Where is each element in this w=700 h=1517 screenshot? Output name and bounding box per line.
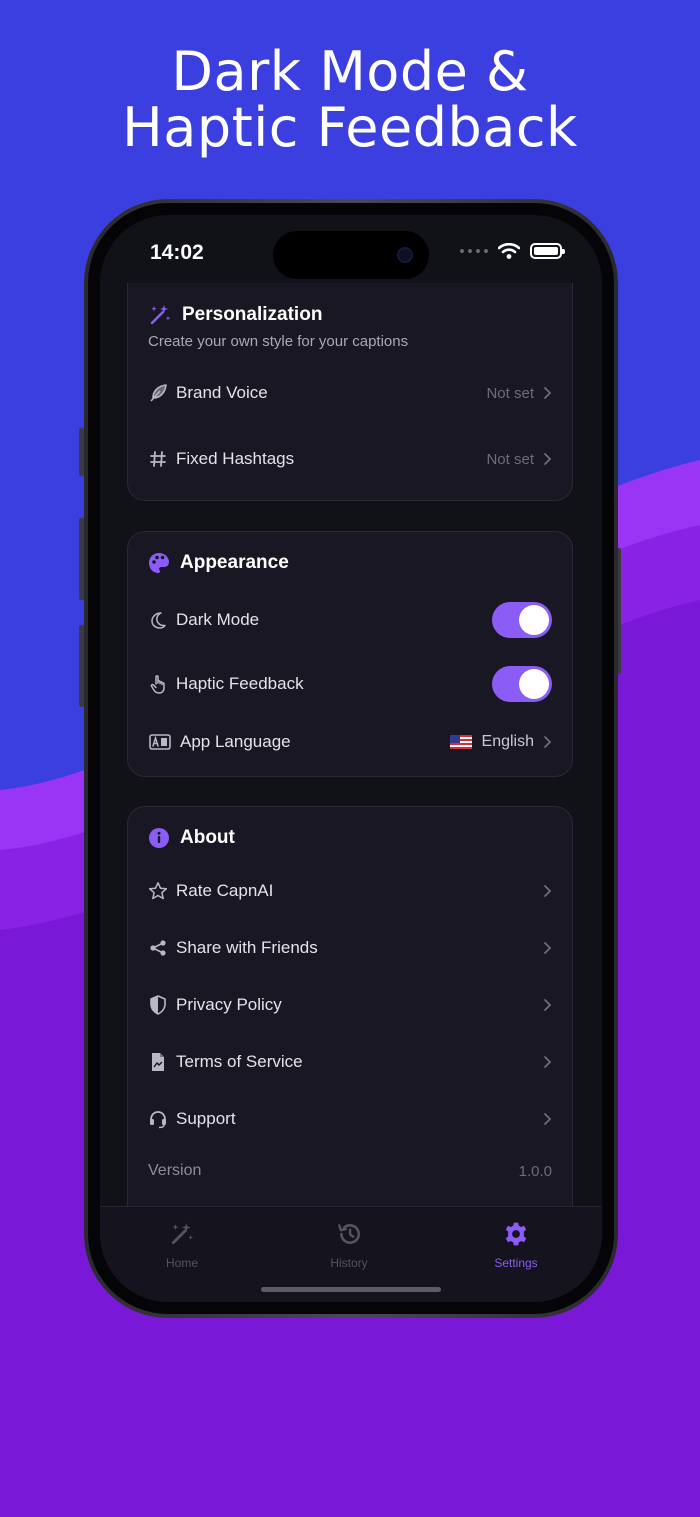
magic-wand-icon bbox=[150, 305, 171, 325]
app-language-value: English bbox=[481, 733, 534, 750]
version-label: Version bbox=[148, 1162, 202, 1179]
app-language-row[interactable]: App Language English bbox=[148, 724, 552, 760]
privacy-policy-row[interactable]: Privacy Policy bbox=[148, 987, 552, 1023]
share-icon bbox=[148, 938, 168, 958]
status-time: 14:02 bbox=[150, 241, 204, 264]
headset-icon bbox=[148, 1109, 168, 1129]
status-bar: 14:02 bbox=[100, 215, 602, 285]
brand-voice-row[interactable]: Brand Voice Not set bbox=[148, 375, 552, 411]
tab-settings-label: Settings bbox=[494, 1256, 538, 1270]
terms-of-service-label: Terms of Service bbox=[176, 1052, 303, 1071]
share-with-friends-row[interactable]: Share with Friends bbox=[148, 930, 552, 966]
personalization-subtitle: Create your own style for your captions bbox=[148, 333, 409, 350]
feather-icon bbox=[148, 383, 168, 403]
dark-mode-row: Dark Mode bbox=[148, 602, 552, 638]
phone-frame: 14:02 Personalization Create your own st… bbox=[84, 199, 618, 1318]
rate-capnai-label: Rate CapnAI bbox=[176, 881, 274, 900]
tab-bar: Home History Settings bbox=[100, 1206, 602, 1302]
hand-tap-icon bbox=[148, 674, 168, 694]
history-icon bbox=[338, 1224, 360, 1244]
headline-line-2: Haptic Feedback bbox=[122, 96, 578, 159]
tab-settings[interactable]: Settings bbox=[456, 1221, 576, 1270]
chevron-right-icon bbox=[544, 885, 552, 897]
cellular-signal-icon bbox=[460, 249, 488, 253]
brand-voice-label: Brand Voice bbox=[176, 383, 268, 402]
tab-home[interactable]: Home bbox=[122, 1221, 242, 1270]
info-icon bbox=[149, 828, 169, 848]
phone-screen: 14:02 Personalization Create your own st… bbox=[100, 215, 602, 1302]
dynamic-island bbox=[273, 231, 429, 279]
star-icon bbox=[148, 881, 168, 901]
chevron-right-icon bbox=[544, 1113, 552, 1125]
support-row[interactable]: Support bbox=[148, 1101, 552, 1137]
dark-mode-toggle[interactable] bbox=[492, 602, 552, 638]
version-value: 1.0.0 bbox=[518, 1162, 552, 1180]
language-icon bbox=[148, 732, 172, 752]
share-with-friends-label: Share with Friends bbox=[176, 938, 318, 957]
battery-icon bbox=[530, 243, 565, 259]
haptic-feedback-row: Haptic Feedback bbox=[148, 666, 552, 702]
fixed-hashtags-label: Fixed Hashtags bbox=[176, 449, 295, 468]
fixed-hashtags-value: Not set bbox=[486, 450, 534, 468]
tab-home-label: Home bbox=[165, 1256, 198, 1270]
document-icon bbox=[148, 1052, 168, 1072]
tab-history-label: History bbox=[330, 1256, 368, 1270]
privacy-policy-label: Privacy Policy bbox=[176, 995, 282, 1014]
gear-icon bbox=[505, 1222, 527, 1246]
haptic-feedback-toggle[interactable] bbox=[492, 666, 552, 702]
chevron-right-icon bbox=[544, 453, 552, 465]
support-label: Support bbox=[176, 1109, 236, 1128]
chevron-right-icon bbox=[544, 942, 552, 954]
appearance-title: Appearance bbox=[180, 552, 289, 573]
wifi-icon bbox=[498, 243, 520, 259]
personalization-title: Personalization bbox=[182, 304, 323, 325]
version-row: Version 1.0.0 bbox=[148, 1153, 552, 1189]
magic-wand-icon bbox=[171, 1223, 194, 1245]
brand-voice-value: Not set bbox=[486, 384, 534, 402]
tab-history[interactable]: History bbox=[289, 1221, 409, 1270]
terms-of-service-row[interactable]: Terms of Service bbox=[148, 1044, 552, 1080]
rate-capnai-row[interactable]: Rate CapnAI bbox=[148, 873, 552, 909]
headline-line-1: Dark Mode & bbox=[171, 40, 529, 103]
appearance-card: Appearance Dark Mode Haptic Feedback App… bbox=[127, 531, 573, 777]
hashtag-icon bbox=[148, 449, 168, 469]
us-flag-icon bbox=[449, 735, 472, 749]
chevron-right-icon bbox=[544, 999, 552, 1011]
home-indicator[interactable] bbox=[261, 1287, 441, 1292]
chevron-right-icon bbox=[544, 387, 552, 399]
haptic-feedback-label: Haptic Feedback bbox=[176, 674, 304, 693]
chevron-right-icon bbox=[544, 736, 552, 748]
chevron-right-icon bbox=[544, 1056, 552, 1068]
dark-mode-label: Dark Mode bbox=[176, 610, 260, 629]
app-language-label: App Language bbox=[180, 732, 291, 751]
shield-icon bbox=[148, 995, 168, 1015]
about-title: About bbox=[180, 827, 235, 848]
fixed-hashtags-row[interactable]: Fixed Hashtags Not set bbox=[148, 441, 552, 477]
personalization-card: Personalization Create your own style fo… bbox=[127, 283, 573, 501]
moon-icon bbox=[148, 610, 168, 630]
palette-icon bbox=[149, 553, 169, 573]
marketing-headline: Dark Mode & Haptic Feedback bbox=[0, 44, 700, 156]
about-card: About Rate CapnAI Share with Friends Pri… bbox=[127, 806, 573, 1226]
